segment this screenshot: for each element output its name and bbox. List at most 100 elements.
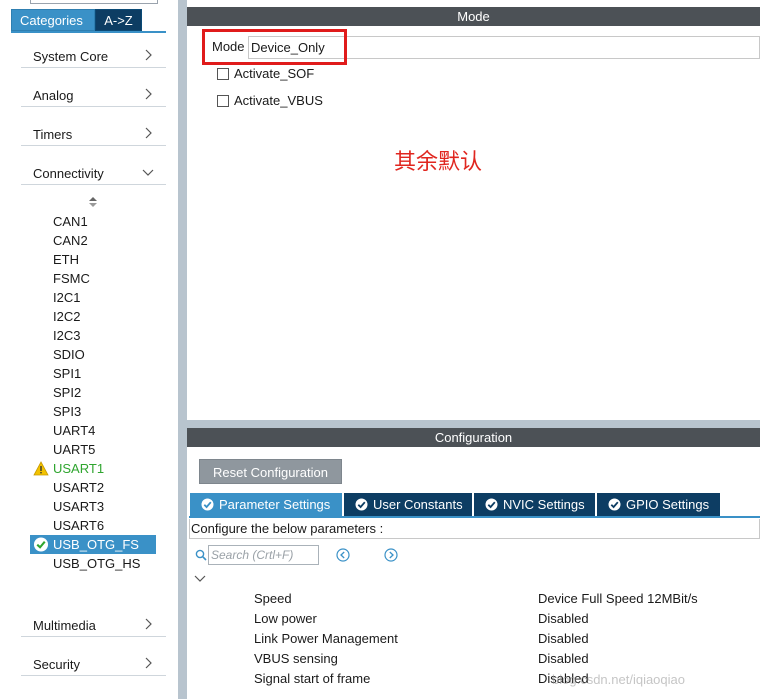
category-security[interactable]: Security	[21, 648, 166, 676]
watermark: blog.csdn.net/iqiaoqiao	[552, 672, 685, 687]
category-label: Connectivity	[33, 166, 104, 181]
peripheral-label: I2C3	[53, 328, 81, 343]
peripheral-label: ETH	[53, 252, 79, 267]
parameter-search-input[interactable]	[208, 545, 319, 565]
search-icon	[195, 549, 207, 561]
tab-parameter-settings[interactable]: Parameter Settings	[190, 493, 342, 516]
category-label: Multimedia	[33, 618, 96, 633]
peripheral-can1[interactable]: CAN1	[30, 212, 156, 231]
category-analog[interactable]: Analog	[21, 79, 166, 107]
prev-arrow-icon[interactable]	[336, 548, 350, 562]
check-circle-icon	[485, 498, 498, 511]
tab-underline	[11, 31, 166, 33]
parameter-value: Disabled	[538, 651, 589, 666]
tab-label: GPIO Settings	[626, 497, 710, 512]
warning-triangle-icon	[33, 461, 49, 476]
category-label: Security	[33, 657, 80, 672]
peripheral-spi2[interactable]: SPI2	[30, 383, 156, 402]
categories-panel: Categories A->Z System Core Analog Timer…	[0, 0, 178, 699]
activate-sof-checkbox[interactable]	[217, 68, 229, 80]
category-search-box[interactable]	[30, 0, 158, 4]
tab-user-constants[interactable]: User Constants	[344, 493, 472, 516]
peripheral-label: USART1	[53, 461, 105, 476]
peripheral-uart4[interactable]: UART4	[30, 421, 156, 440]
peripheral-usart1[interactable]: USART1	[30, 459, 156, 478]
peripheral-label: SPI2	[53, 385, 82, 400]
peripheral-usart3[interactable]: USART3	[30, 497, 156, 516]
panel-splitter-vertical[interactable]	[178, 0, 187, 699]
chevron-down-icon[interactable]	[194, 574, 206, 584]
peripheral-usart2[interactable]: USART2	[30, 478, 156, 497]
peripheral-usart6[interactable]: USART6	[30, 516, 156, 535]
peripheral-label: SDIO	[53, 347, 85, 362]
peripheral-spi1[interactable]: SPI1	[30, 364, 156, 383]
parameter-name: Link Power Management	[254, 631, 398, 646]
tab-categories[interactable]: Categories	[11, 9, 95, 31]
check-circle-icon	[355, 498, 368, 511]
reset-configuration-button[interactable]: Reset Configuration	[199, 459, 342, 484]
sort-icon[interactable]	[88, 196, 98, 208]
peripheral-uart5[interactable]: UART5	[30, 440, 156, 459]
configuration-description: Configure the below parameters :	[189, 519, 760, 539]
tab-label: Parameter Settings	[219, 497, 331, 512]
category-multimedia[interactable]: Multimedia	[21, 609, 166, 637]
parameter-name: Signal start of frame	[254, 671, 371, 686]
check-circle-icon	[201, 498, 214, 511]
parameter-row[interactable]: Speed Device Full Speed 12MBit/s	[254, 589, 760, 609]
parameter-row[interactable]: Low power Disabled	[254, 609, 760, 629]
peripheral-label: SPI3	[53, 404, 82, 419]
chevron-right-icon	[145, 49, 152, 61]
check-circle-icon	[608, 498, 621, 511]
parameter-value: Disabled	[538, 611, 589, 626]
next-arrow-icon[interactable]	[384, 548, 398, 562]
peripheral-label: FSMC	[53, 271, 90, 286]
configuration-panel-header: Configuration	[187, 428, 760, 447]
category-connectivity[interactable]: Connectivity	[21, 157, 166, 185]
peripheral-spi3[interactable]: SPI3	[30, 402, 156, 421]
stm32cubemx-pinout-config: Categories A->Z System Core Analog Timer…	[0, 0, 760, 699]
check-circle-icon	[33, 537, 49, 552]
peripheral-sdio[interactable]: SDIO	[30, 345, 156, 364]
category-label: System Core	[33, 49, 109, 64]
parameter-name: Speed	[254, 591, 292, 606]
checkbox-label: Activate_SOF	[234, 66, 315, 81]
category-label: Timers	[33, 127, 73, 142]
peripheral-eth[interactable]: ETH	[30, 250, 156, 269]
chevron-right-icon	[145, 88, 152, 100]
category-timers[interactable]: Timers	[21, 118, 166, 146]
peripheral-label: USART3	[53, 499, 105, 514]
tab-nvic-settings[interactable]: NVIC Settings	[474, 493, 595, 516]
parameter-name: Low power	[254, 611, 317, 626]
peripheral-i2c1[interactable]: I2C1	[30, 288, 156, 307]
category-label: Analog	[33, 88, 74, 103]
peripheral-label: USB_OTG_FS	[53, 537, 139, 552]
mode-panel	[187, 26, 760, 420]
parameter-name: VBUS sensing	[254, 651, 338, 666]
tab-gpio-settings[interactable]: GPIO Settings	[597, 493, 720, 516]
parameter-row[interactable]: VBUS sensing Disabled	[254, 649, 760, 669]
chevron-right-icon	[145, 657, 152, 669]
activate-vbus-checkbox[interactable]	[217, 95, 229, 107]
peripheral-i2c2[interactable]: I2C2	[30, 307, 156, 326]
peripheral-fsmc[interactable]: FSMC	[30, 269, 156, 288]
tab-a-to-z[interactable]: A->Z	[95, 9, 142, 31]
tab-label: NVIC Settings	[503, 497, 585, 512]
peripheral-label: I2C1	[53, 290, 81, 305]
peripheral-label: CAN1	[53, 214, 88, 229]
peripheral-label: UART5	[53, 442, 96, 457]
peripheral-i2c3[interactable]: I2C3	[30, 326, 156, 345]
parameter-row[interactable]: Link Power Management Disabled	[254, 629, 760, 649]
peripheral-label: USART2	[53, 480, 105, 495]
peripheral-label: UART4	[53, 423, 96, 438]
peripheral-usb-otg-hs[interactable]: USB_OTG_HS	[30, 554, 156, 573]
category-system-core[interactable]: System Core	[21, 40, 166, 68]
peripheral-usb-otg-fs[interactable]: USB_OTG_FS	[30, 535, 156, 554]
parameter-value: Device Full Speed 12MBit/s	[538, 591, 698, 606]
tab-underline	[189, 516, 760, 518]
highlight-box	[202, 29, 347, 65]
parameter-value: Disabled	[538, 631, 589, 646]
tab-label: User Constants	[373, 497, 463, 512]
peripheral-can2[interactable]: CAN2	[30, 231, 156, 250]
category-next-partial[interactable]	[21, 687, 166, 699]
panel-splitter-horizontal[interactable]	[187, 420, 760, 428]
